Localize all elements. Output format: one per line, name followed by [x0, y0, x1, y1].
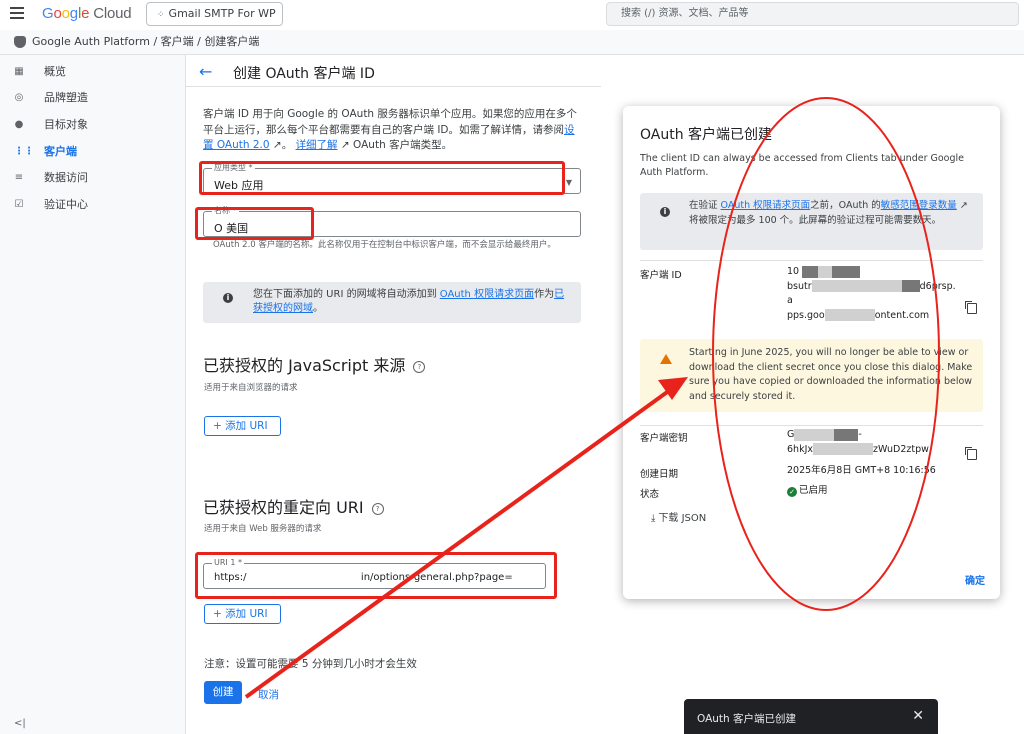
client-id-value[interactable]: 10 bsutr d6prsp.a pps.goo ontent.com — [787, 265, 957, 323]
shield-icon — [14, 36, 26, 48]
js-origins-title: 已获授权的 JavaScript 来源 — [203, 356, 406, 375]
sidebar-item-branding[interactable]: ◎ 品牌塑造 — [0, 85, 185, 111]
google-cloud-logo[interactable]: Google Cloud — [42, 5, 132, 22]
page-title: 创建 OAuth 客户端 ID — [233, 66, 375, 82]
help-icon[interactable]: ? — [371, 503, 384, 515]
annotation-arrow-line — [244, 388, 672, 699]
client-secret-value[interactable]: G- 6hkJx zWuD2ztpw — [787, 428, 957, 457]
download-icon: ⤓ — [651, 513, 656, 524]
client-secret-row: 客户端密钥 G- 6hkJx zWuD2ztpw — [640, 425, 983, 464]
ok-button[interactable]: 确定 — [965, 572, 985, 587]
domain-info-box: i 您在下面添加的 URI 的网域将自动添加到 OAuth 权限请求页面作为已获… — [203, 282, 581, 323]
back-arrow-icon[interactable]: ← — [199, 62, 212, 81]
consent-screen-link[interactable]: OAuth 权限请求页面 — [440, 289, 534, 300]
sensitive-scopes-link[interactable]: 敏感范围登录数量 — [881, 200, 957, 211]
divider — [186, 86, 601, 87]
redirect-uris-subtitle: 适用于来自 Web 服务器的请求 — [204, 524, 322, 534]
snackbar: OAuth 客户端已创建 ✕ — [684, 699, 938, 734]
dialog-title: OAuth 客户端已创建 — [640, 127, 773, 143]
client-id-row: 客户端 ID 10 bsutr d6prsp.a pps.goo ontent.co… — [640, 260, 983, 323]
settings-note: 注意：设置可能需要 5 分钟到几小时才会生效 — [204, 658, 417, 670]
created-date-row: 创建日期 2025年6月8日 GMT+8 10:16:56 — [640, 465, 936, 480]
palette-icon: ◎ — [14, 92, 24, 103]
close-icon[interactable]: ✕ — [912, 708, 924, 724]
status-row: 状态 ✓ 已启用 — [640, 485, 828, 500]
info-icon: i — [223, 293, 233, 303]
client-created-dialog: OAuth 客户端已创建 The client ID can always be… — [623, 106, 1000, 599]
redirect-uris-section: 已获授权的重定向 URI? — [203, 494, 384, 518]
secret-warning-box: Starting in June 2025, you will no longe… — [640, 339, 983, 412]
check-circle-icon: ✓ — [787, 487, 797, 497]
breadcrumb: Google Auth Platform / 客户端 / 创建客户端 — [0, 30, 1024, 55]
cancel-button[interactable]: 取消 — [258, 687, 279, 702]
annotation-box-redirect-uri — [195, 552, 557, 599]
info-icon: i — [660, 207, 670, 217]
annotation-box-name — [195, 207, 314, 240]
sidebar: ▦ 概览 ◎ 品牌塑造 ● 目标对象 ⋮⋮ 客户端 ≡ 数据访问 ☑ 验证中心 — [0, 55, 186, 734]
project-icon: ⁘ — [157, 10, 165, 20]
sidebar-item-data-access[interactable]: ≡ 数据访问 — [0, 165, 185, 191]
copy-icon[interactable] — [965, 447, 977, 460]
add-redirect-uri-button[interactable]: + 添加 URI — [204, 604, 281, 624]
help-icon[interactable]: ? — [413, 361, 426, 373]
dashboard-icon: ▦ — [14, 66, 24, 77]
search-input[interactable]: 搜索 (/) 资源、文档、产品等 — [606, 2, 1019, 26]
redirect-uris-title: 已获授权的重定向 URI — [203, 498, 364, 517]
verification-info-box: i 在验证 OAuth 权限请求页面之前，OAuth 的敏感范围登录数量 ↗将被… — [640, 193, 983, 250]
download-json-button[interactable]: ⤓ 下载 JSON — [651, 509, 706, 524]
person-icon: ● — [14, 119, 24, 130]
learn-more-link[interactable]: 详细了解 — [296, 139, 338, 151]
add-js-origin-button[interactable]: + 添加 URI — [204, 416, 281, 436]
data-access-icon: ≡ — [14, 172, 24, 183]
js-origins-subtitle: 适用于来自浏览器的请求 — [204, 383, 298, 393]
grid-icon: ⋮⋮ — [14, 146, 34, 157]
warning-icon — [660, 354, 672, 364]
consent-screen-link[interactable]: OAuth 权限请求页面 — [721, 200, 811, 211]
collapse-sidebar-icon[interactable]: <| — [14, 718, 26, 729]
js-origins-section: 已获授权的 JavaScript 来源? — [203, 352, 426, 376]
dialog-subtitle: The client ID can always be accessed fro… — [640, 153, 965, 178]
copy-icon[interactable] — [965, 301, 977, 314]
sidebar-item-clients[interactable]: ⋮⋮ 客户端 — [0, 139, 185, 165]
sidebar-item-verification[interactable]: ☑ 验证中心 — [0, 192, 185, 218]
dropdown-arrow-icon: ▼ — [565, 178, 572, 187]
sidebar-item-audience[interactable]: ● 目标对象 — [0, 112, 185, 138]
name-hint: OAuth 2.0 客户端的名称。此名称仅用于在控制台中标识客户端，而不会显示给… — [213, 240, 556, 250]
status-badge: 已启用 — [799, 485, 828, 496]
project-picker-button[interactable]: ⁘ Gmail SMTP For WP — [146, 2, 283, 26]
create-button[interactable]: 创建 — [204, 681, 242, 704]
annotation-box-app-type — [199, 161, 565, 195]
checkbox-icon: ☑ — [14, 199, 24, 210]
sidebar-item-overview[interactable]: ▦ 概览 — [0, 59, 185, 85]
description: 客户端 ID 用于向 Google 的 OAuth 服务器标识单个应用。如果您的… — [203, 108, 577, 151]
menu-icon[interactable] — [10, 7, 24, 19]
